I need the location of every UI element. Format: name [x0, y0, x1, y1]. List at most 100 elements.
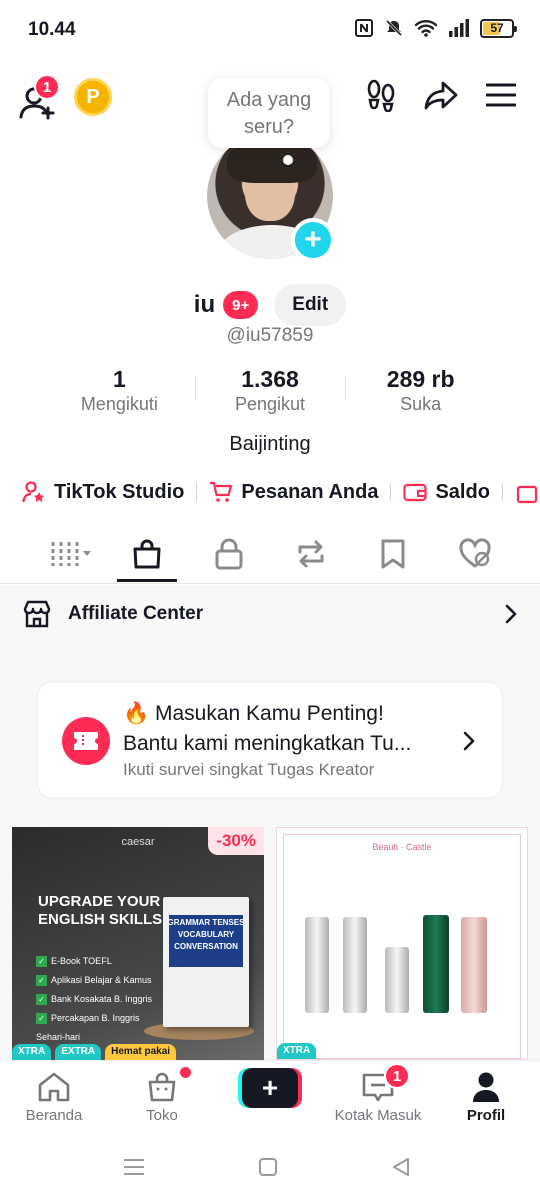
stat-label: Suka [400, 394, 442, 414]
mute-icon [385, 19, 403, 37]
product-bottle [305, 917, 329, 1013]
back-icon[interactable] [391, 1157, 411, 1177]
shortcut-label: TikTok Studio [54, 480, 185, 503]
friend-badge: 1 [34, 74, 60, 100]
hidden-heart-icon [459, 538, 491, 568]
survey-subtitle: Ikuti survei singkat Tugas Kreator [123, 760, 375, 779]
status-time: 10.44 [28, 19, 76, 40]
cart-icon [210, 481, 233, 502]
signal-icon [449, 19, 469, 37]
tab-private[interactable] [207, 534, 251, 574]
nav-shop[interactable]: Toko [112, 1067, 212, 1124]
active-tab-indicator [117, 579, 177, 582]
status-icons: 57 [354, 18, 517, 38]
tab-favorites[interactable] [371, 534, 415, 574]
stat-likes[interactable]: 289 rb Suka [345, 366, 496, 418]
notification-dot [180, 1067, 191, 1078]
chevron-right-icon [505, 604, 517, 624]
nav-profile[interactable]: Profil [436, 1069, 536, 1124]
feature-item: E-Book TOEFL [36, 952, 156, 971]
discount-badge: -30% [208, 827, 264, 855]
tab-repost[interactable] [289, 534, 333, 574]
survey-card[interactable]: 🔥 Masukan Kamu Penting! Bantu kami menin… [37, 681, 503, 799]
plus-icon: + [242, 1068, 298, 1108]
stat-label: Mengikuti [80, 394, 158, 414]
profile-icon [473, 1072, 499, 1102]
shortcut-balance[interactable]: Saldo [403, 480, 490, 504]
add-friend-button[interactable]: 1 [18, 74, 64, 122]
bubble-tail [283, 155, 293, 165]
bookmark-icon [381, 539, 405, 569]
divider [501, 483, 503, 501]
name-row: iu 9+ Edit [0, 284, 540, 326]
wallet-icon [403, 483, 428, 502]
product-bottle [423, 915, 449, 1013]
nav-label: Toko [146, 1107, 178, 1124]
tag-xtra: XTRA [12, 1044, 52, 1060]
tab-shop[interactable] [125, 534, 169, 574]
footprints-button[interactable] [364, 78, 398, 112]
product-tags: XTRA EXTRA Hemat pakai [12, 1044, 177, 1060]
shortcut-label: Pesanan Anda [241, 480, 379, 503]
shortcut-tiktok-studio[interactable]: TikTok Studio [22, 480, 184, 504]
menu-icon [486, 83, 516, 107]
chevron-right-icon [463, 731, 475, 751]
system-navigation [0, 1136, 540, 1200]
footprints-icon [367, 79, 395, 112]
header-actions [364, 78, 518, 112]
nav-home[interactable]: Beranda [4, 1069, 104, 1124]
stat-value: 1.368 [241, 366, 299, 392]
coin-button[interactable]: P [74, 78, 112, 116]
book-title: GRAMMAR TENSES VOCABULARY CONVERSATION [167, 918, 245, 951]
stat-following[interactable]: 1 Mengikuti [44, 366, 195, 418]
wifi-icon [414, 20, 438, 37]
tab-grid[interactable] [48, 534, 96, 574]
shopping-bag-icon [133, 539, 161, 569]
profile-stats: 1 Mengikuti 1.368 Pengikut 289 rb Suka [44, 366, 496, 418]
tag-hemat: Hemat pakai [105, 1044, 177, 1060]
product-card[interactable]: Beauti · Castle XTRA [276, 827, 528, 1060]
feature-item: Bank Kosakata B. Inggris [36, 990, 156, 1009]
lock-icon [215, 538, 243, 570]
inbox-badge: 1 [384, 1063, 410, 1089]
grid-icon [51, 542, 91, 566]
content-tabs [0, 526, 540, 584]
add-story-button[interactable]: + [291, 218, 335, 262]
bag-icon [516, 485, 538, 504]
feature-item: Aplikasi Belajar & Kamus [36, 971, 156, 990]
feature-item: Percakapan B. Inggris Sehari-hari [36, 1009, 156, 1047]
share-button[interactable] [424, 78, 458, 112]
repost-icon [298, 540, 324, 568]
survey-title: 🔥 Masukan Kamu Penting! [123, 702, 384, 725]
book-image: GRAMMAR TENSES VOCABULARY CONVERSATION [163, 897, 249, 1027]
recents-icon[interactable] [123, 1158, 145, 1176]
product-card[interactable]: caesar -30% UPGRADE YOUR ENGLISH SKILLS … [12, 827, 264, 1060]
product-headline: UPGRADE YOUR ENGLISH SKILLS [38, 893, 163, 928]
stat-followers[interactable]: 1.368 Pengikut [194, 366, 346, 418]
status-bubble[interactable]: Ada yang seru? [208, 78, 330, 148]
ticket-icon [62, 717, 110, 765]
product-brand: Beauti · Castle [372, 842, 432, 852]
nfc-icon [355, 19, 373, 37]
bottom-nav: Beranda Toko + 1 Kotak Masuk Profil [0, 1060, 540, 1136]
nav-inbox[interactable]: 1 Kotak Masuk [328, 1063, 428, 1124]
affiliate-center-row[interactable]: Affiliate Center [0, 585, 540, 643]
tab-liked[interactable] [453, 534, 497, 574]
create-button[interactable]: + [238, 1068, 302, 1108]
product-bottle [385, 947, 409, 1013]
stat-value: 289 rb [386, 366, 455, 392]
product-bottle [343, 917, 367, 1013]
shortcut-more[interactable] [515, 480, 539, 504]
product-tags: XTRA [277, 1043, 317, 1059]
name-badge[interactable]: 9+ [223, 291, 259, 319]
shop-icon [148, 1072, 176, 1102]
home-button-icon[interactable] [258, 1157, 278, 1177]
status-bar: 10.44 57 [0, 0, 540, 60]
home-icon [38, 1072, 70, 1102]
tag-extra: EXTRA [55, 1044, 102, 1060]
shortcut-orders[interactable]: Pesanan Anda [209, 480, 378, 504]
menu-button[interactable] [484, 78, 518, 112]
stat-value: 1 [112, 366, 126, 392]
edit-profile-button[interactable]: Edit [274, 284, 347, 326]
bio: Baijinting [229, 433, 311, 455]
